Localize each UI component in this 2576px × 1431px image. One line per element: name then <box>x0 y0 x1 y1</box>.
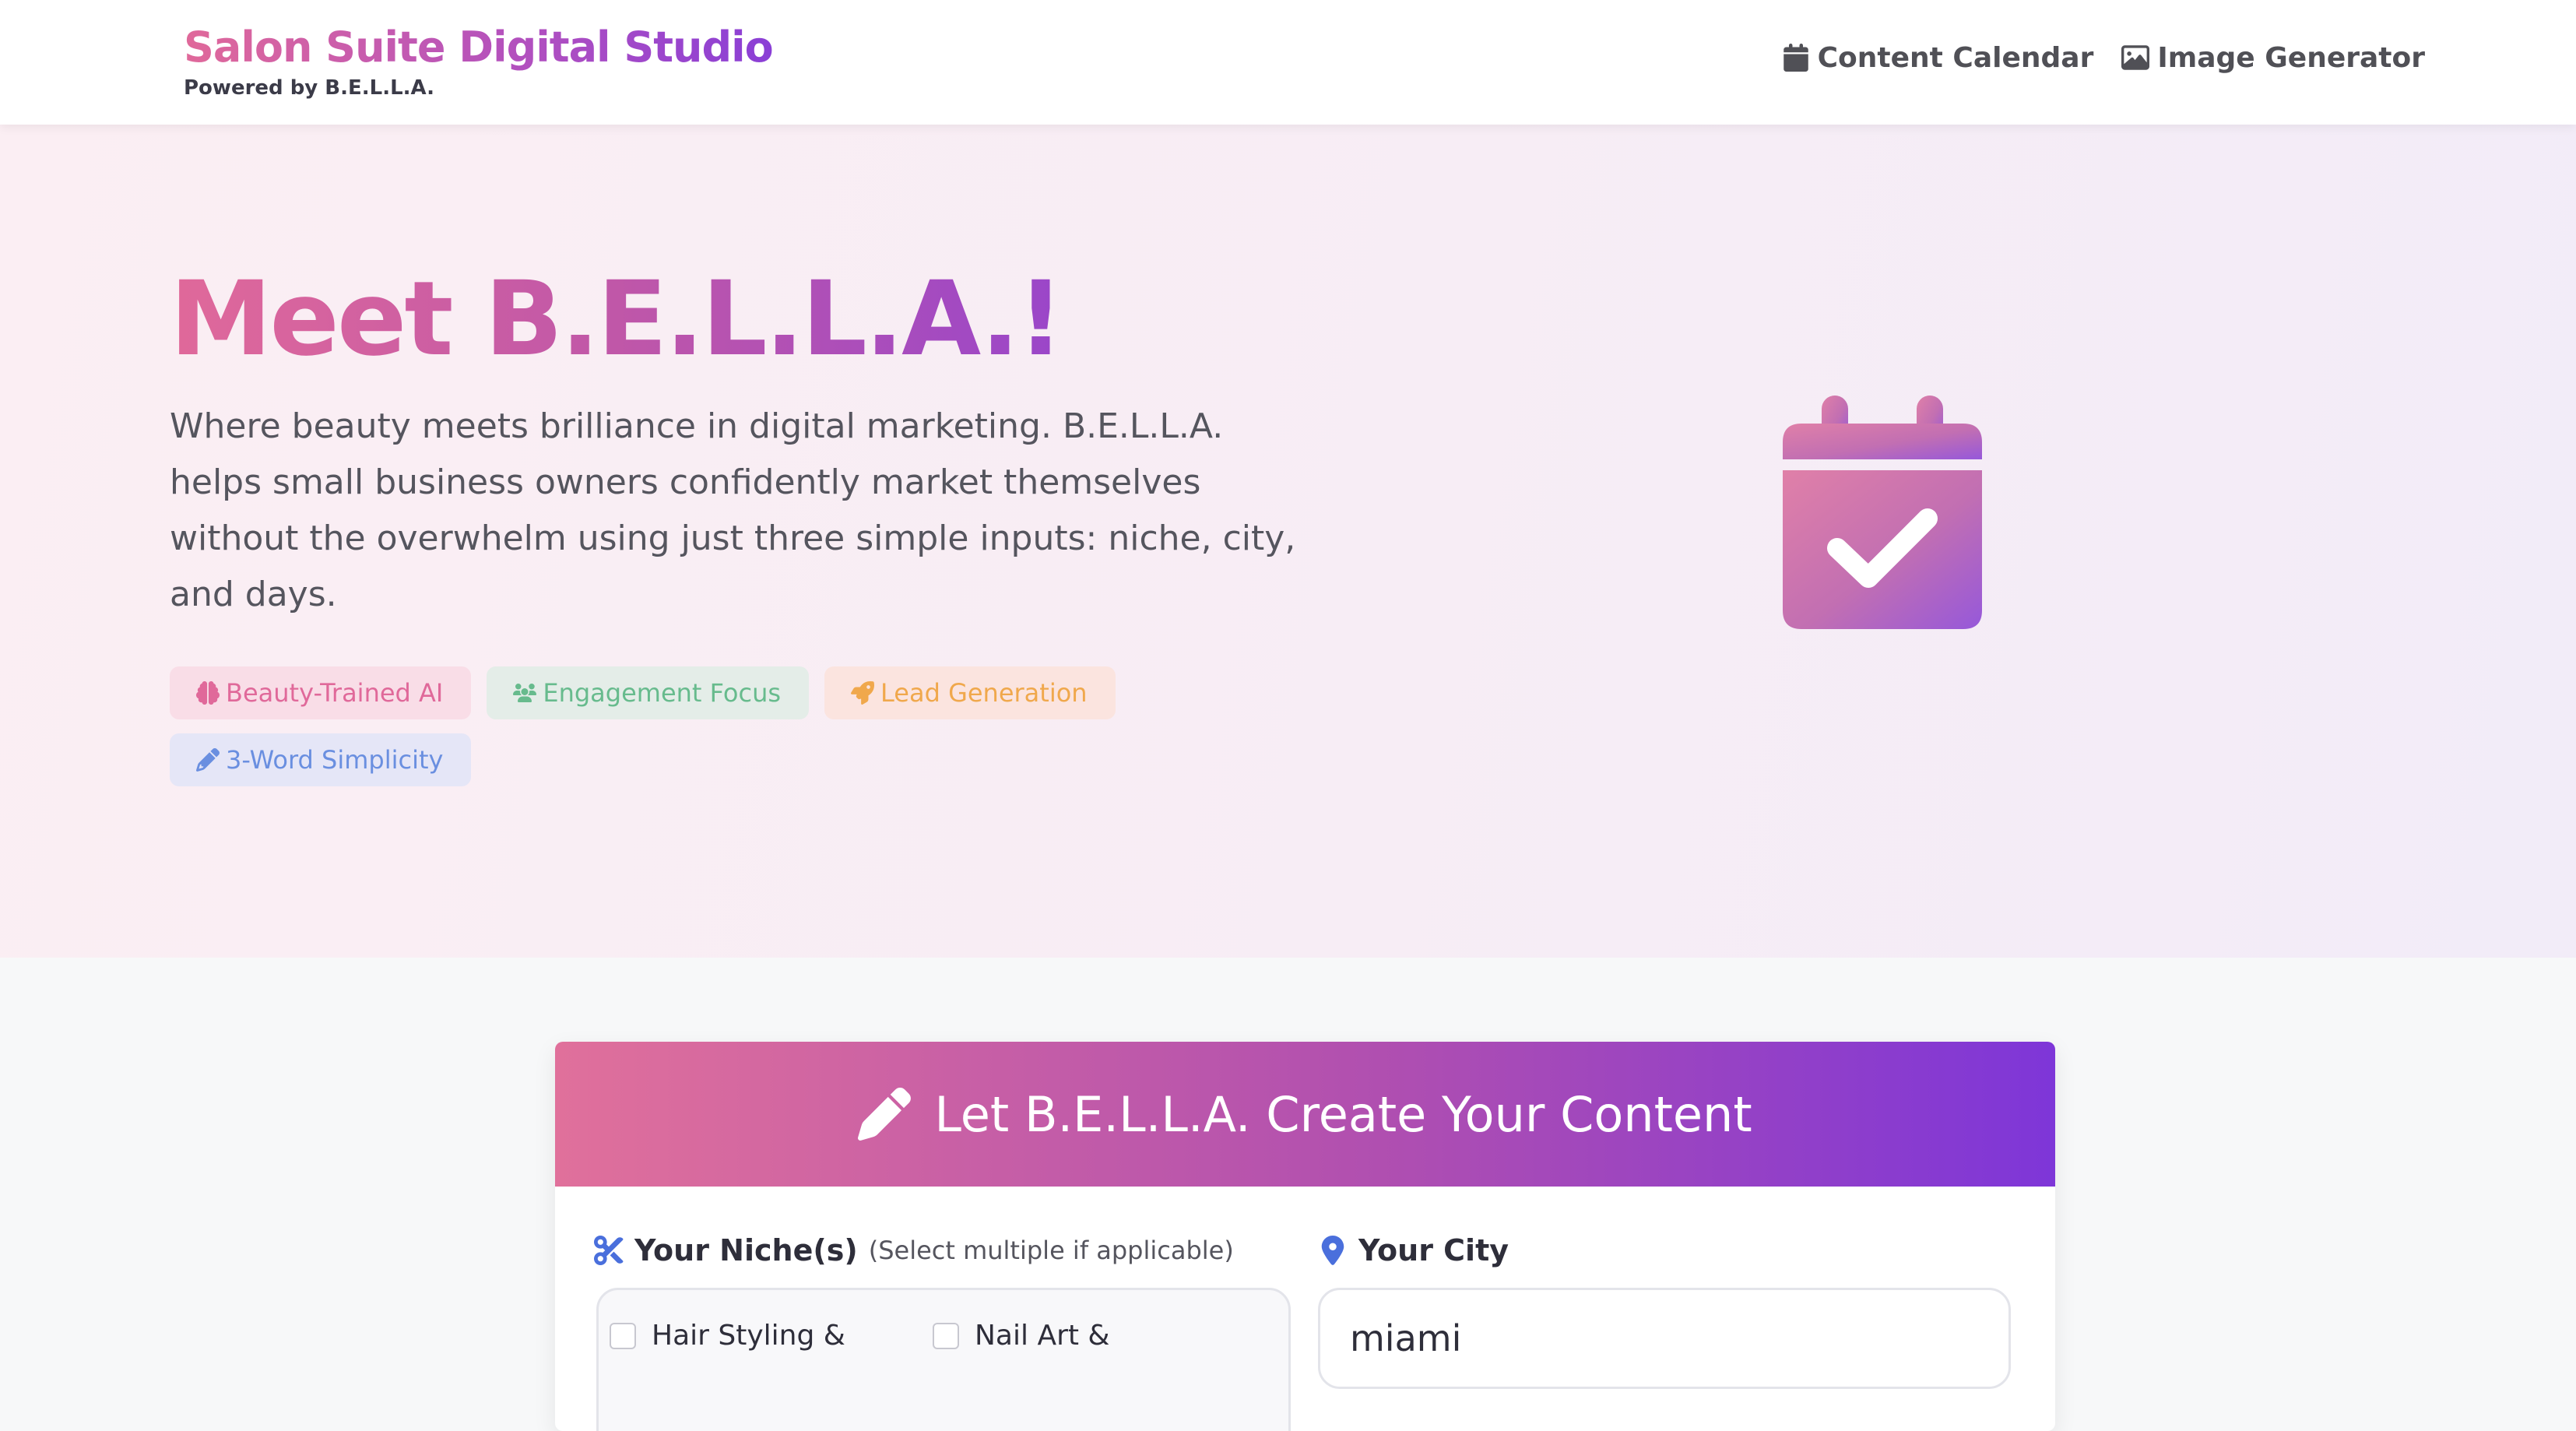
tag-engagement-focus: Engagement Focus <box>487 666 810 719</box>
city-input[interactable] <box>1318 1288 2011 1389</box>
scissors-icon <box>594 1236 624 1265</box>
tag-label: 3-Word Simplicity <box>226 745 444 775</box>
niche-checkbox[interactable] <box>933 1322 959 1349</box>
rocket-icon <box>851 681 875 705</box>
tag-beauty-trained-ai: Beauty-Trained AI <box>170 666 472 719</box>
niche-option-label: Nail Art & <box>975 1320 1110 1352</box>
nav-link-content-calendar[interactable]: Content Calendar <box>1782 34 2094 81</box>
pencil-icon <box>196 748 220 772</box>
niche-option-hair-styling[interactable]: Hair Styling & <box>610 1320 845 1352</box>
nav-links: Content Calendar Image Generator <box>1782 34 2425 81</box>
niche-option-nail-art[interactable]: Nail Art & <box>933 1320 1110 1352</box>
niche-hint: (Select multiple if applicable) <box>868 1236 1234 1265</box>
tag-3-word-simplicity: 3-Word Simplicity <box>170 733 472 786</box>
tag-lead-generation: Lead Generation <box>824 666 1116 719</box>
niche-label-text: Your Niche(s) <box>634 1233 858 1268</box>
niche-option-label: Hair Styling & <box>652 1320 845 1352</box>
nav-link-image-generator[interactable]: Image Generator <box>2121 34 2425 81</box>
tag-label: Beauty-Trained AI <box>226 678 444 708</box>
city-label: Your City <box>1318 1233 1509 1268</box>
hero-description: Where beauty meets brilliance in digital… <box>170 406 1296 614</box>
niche-checkbox[interactable] <box>610 1322 636 1349</box>
calendar-check-icon <box>1783 396 1982 629</box>
nav-link-label: Image Generator <box>2157 41 2425 74</box>
brand[interactable]: Salon Suite Digital Studio Powered by B.… <box>184 20 774 100</box>
top-navbar: Salon Suite Digital Studio Powered by B.… <box>0 0 2576 125</box>
content-form-card: Let B.E.L.L.A. Create Your Content Your … <box>555 1042 2055 1431</box>
brand-title[interactable]: Salon Suite Digital Studio <box>184 20 774 75</box>
niche-options-box: Hair Styling & Nail Art & <box>596 1288 1291 1431</box>
tag-label: Engagement Focus <box>543 678 782 708</box>
hero-title: Meet B.E.L.L.A.! <box>170 257 1064 381</box>
city-label-text: Your City <box>1358 1233 1509 1268</box>
brand-subtitle: Powered by B.E.L.L.A. <box>184 76 435 100</box>
nav-link-label: Content Calendar <box>1817 41 2094 74</box>
niche-label: Your Niche(s) (Select multiple if applic… <box>594 1233 1234 1268</box>
feature-tags: Beauty-Trained AI Engagement Focus Lead … <box>170 666 1182 786</box>
calendar-icon <box>1783 44 1808 72</box>
form-title: Let B.E.L.L.A. Create Your Content <box>934 1085 1752 1143</box>
location-pin-icon <box>1321 1236 1344 1265</box>
pencil-icon <box>858 1088 912 1141</box>
form-header: Let B.E.L.L.A. Create Your Content <box>555 1042 2055 1187</box>
tag-label: Lead Generation <box>880 678 1088 708</box>
hero-section: Meet B.E.L.L.A.! Where beauty meets bril… <box>0 125 2576 958</box>
image-icon <box>2121 45 2150 70</box>
brain-icon <box>196 681 220 705</box>
users-icon <box>513 684 537 702</box>
